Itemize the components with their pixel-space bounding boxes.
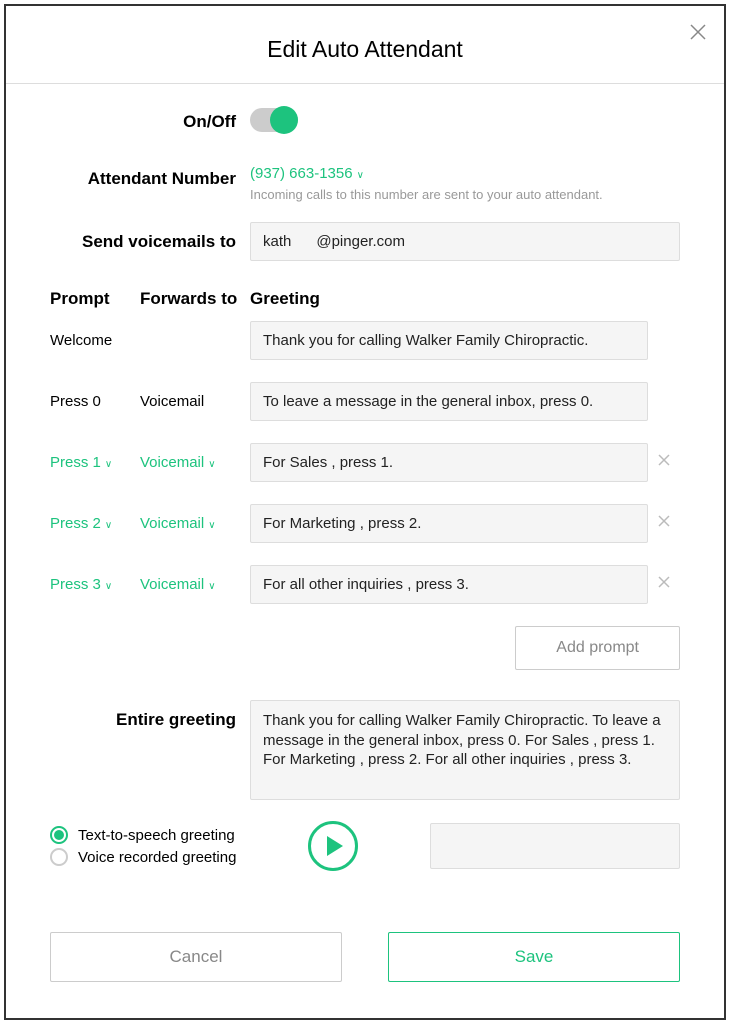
prompt-row: Press 0Voicemail [50,382,680,421]
onoff-toggle[interactable] [250,108,298,132]
prompt-label: Welcome [50,332,140,349]
greeting-input[interactable] [250,565,648,604]
delete-row-button[interactable] [648,453,680,472]
attendant-number-label: Attendant Number [50,165,250,189]
forwards-dropdown[interactable]: Voicemail∨ [140,454,250,471]
add-prompt-button[interactable]: Add prompt [515,626,680,670]
voice-radio[interactable]: Voice recorded greeting [50,848,236,866]
header-greeting: Greeting [250,289,680,309]
voicemail-input[interactable] [250,222,680,261]
modal-footer: Cancel Save [6,922,724,1018]
prompt-row: Press 1∨Voicemail∨ [50,443,680,482]
chevron-down-icon: ∨ [208,581,215,592]
header-prompt: Prompt [50,289,140,309]
prompt-table-header: Prompt Forwards to Greeting [50,289,680,309]
header-forwards: Forwards to [140,289,250,309]
tts-radio[interactable]: Text-to-speech greeting [50,826,236,844]
prompt-row: Press 2∨Voicemail∨ [50,504,680,543]
edit-auto-attendant-modal: Edit Auto Attendant On/Off Attendant Num… [4,4,726,1020]
prompt-label: Press 0 [50,393,140,410]
chevron-down-icon: ∨ [208,520,215,531]
prompt-dropdown[interactable]: Press 2∨ [50,515,140,532]
forwards-dropdown[interactable]: Voicemail∨ [140,576,250,593]
tts-label: Text-to-speech greeting [78,827,235,844]
delete-row-button[interactable] [648,575,680,594]
forwards-dropdown[interactable]: Voicemail∨ [140,515,250,532]
radio-icon [50,848,68,866]
audio-placeholder[interactable] [430,823,680,869]
chevron-down-icon: ∨ [357,170,364,181]
chevron-down-icon: ∨ [105,459,112,470]
chevron-down-icon: ∨ [208,459,215,470]
attendant-number-dropdown[interactable]: (937) 663-1356 ∨ [250,165,364,182]
attendant-helper-text: Incoming calls to this number are sent t… [250,187,680,202]
modal-title: Edit Auto Attendant [6,36,724,63]
play-icon [327,836,343,856]
prompt-rows: WelcomePress 0VoicemailPress 1∨Voicemail… [50,321,680,604]
toggle-knob [270,106,298,134]
radio-icon [50,826,68,844]
onoff-label: On/Off [50,108,250,132]
cancel-button[interactable]: Cancel [50,932,342,982]
modal-content: On/Off Attendant Number (937) 663-1356∨ … [6,84,724,922]
forwards-label: Voicemail [140,393,250,410]
prompt-row: Welcome [50,321,680,360]
entire-greeting-label: Entire greeting [50,700,250,730]
greeting-input[interactable] [250,321,648,360]
prompt-dropdown[interactable]: Press 3∨ [50,576,140,593]
voicemail-label: Send voicemails to [50,222,250,252]
prompt-dropdown[interactable]: Press 1∨ [50,454,140,471]
save-button[interactable]: Save [388,932,680,982]
voice-label: Voice recorded greeting [78,849,236,866]
greeting-input[interactable] [250,504,648,543]
chevron-down-icon: ∨ [105,581,112,592]
play-button[interactable] [308,821,358,871]
delete-row-button[interactable] [648,514,680,533]
greeting-mode-row: Text-to-speech greeting Voice recorded g… [50,821,680,871]
modal-header: Edit Auto Attendant [6,6,724,84]
entire-greeting-textarea[interactable] [250,700,680,800]
greeting-input[interactable] [250,443,648,482]
attendant-number-value: (937) 663-1356 [250,165,353,182]
close-icon[interactable] [688,22,708,42]
greeting-input[interactable] [250,382,648,421]
prompt-row: Press 3∨Voicemail∨ [50,565,680,604]
chevron-down-icon: ∨ [105,520,112,531]
